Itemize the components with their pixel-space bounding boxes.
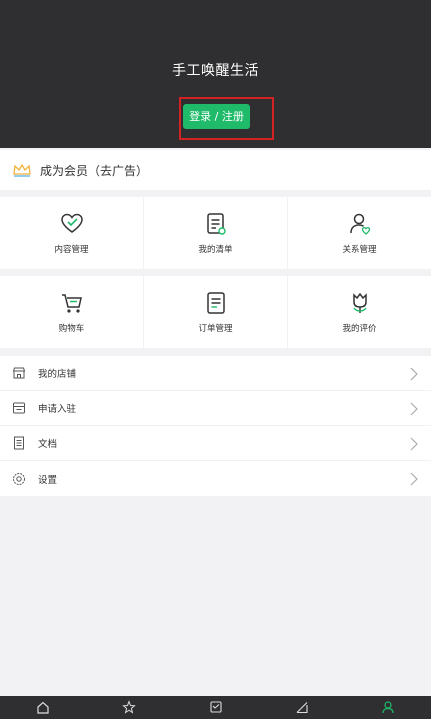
grid-item-label: 订单管理 [198,324,233,334]
crown-icon [12,162,32,178]
discover-icon [122,700,137,714]
grid-item-content-management[interactable]: 内容管理 [0,197,144,269]
flower-icon [352,292,367,313]
membership-bar[interactable]: 成为会员（去广告） [0,150,431,190]
grid-item-shopping-cart[interactable]: 购物车 [0,276,144,348]
bottom-tab-bar [0,696,431,719]
profile-header: 手工唤醒生活 登录 / 注册 [0,0,431,148]
tab-home[interactable] [0,696,86,719]
grid-item-relationship-management[interactable]: 关系管理 [288,197,431,269]
membership-label: 成为会员（去广告） [40,163,149,178]
list-doc-icon [206,213,226,235]
list-item-label: 申请入驻 [38,404,77,415]
cart-icon [61,294,82,313]
grid-item-label: 关系管理 [342,245,377,255]
store-icon [12,401,26,415]
list-item-my-shop[interactable]: 我的店铺 [0,356,431,391]
chevron-right-icon [410,402,418,416]
menu-list: 我的店铺 申请入驻 文档 设置 [0,356,431,496]
home-icon [37,701,49,714]
message-icon [209,701,222,713]
list-item-label: 我的店铺 [38,369,77,380]
grid-item-label: 我的评价 [342,324,377,334]
user-heart-icon [349,213,370,235]
list-item-documents[interactable]: 文档 [0,426,431,461]
grid-item-label: 我的清单 [198,245,233,255]
pen-icon [296,702,308,714]
tab-messages[interactable] [172,696,258,719]
gear-icon [12,472,26,486]
chevron-right-icon [410,472,418,486]
chevron-right-icon [410,367,418,381]
list-item-apply-to-join[interactable]: 申请入驻 [0,391,431,426]
tab-discover[interactable] [86,696,172,719]
list-item-settings[interactable]: 设置 [0,461,431,496]
document-icon [12,436,26,450]
feature-grid-row-2: 购物车 订单管理 我的评价 [0,276,431,348]
order-doc-icon [206,292,225,314]
grid-item-label: 购物车 [58,324,85,334]
heart-edit-icon [60,213,83,233]
tab-profile[interactable] [345,696,431,719]
list-item-label: 设置 [38,474,58,486]
chevron-right-icon [410,437,418,451]
feature-grid-row-1: 内容管理 我的清单 关系管理 [0,197,431,269]
tab-create[interactable] [259,696,345,719]
login-register-button[interactable]: 登录 / 注册 [183,104,250,129]
list-item-label: 文档 [38,439,58,450]
profile-icon [382,701,394,714]
grid-item-my-list[interactable]: 我的清单 [144,197,288,269]
grid-item-my-reviews[interactable]: 我的评价 [288,276,431,348]
grid-item-label: 内容管理 [54,245,89,255]
shop-icon [12,366,26,380]
app-title: 手工唤醒生活 [172,63,259,79]
grid-item-order-management[interactable]: 订单管理 [144,276,288,348]
